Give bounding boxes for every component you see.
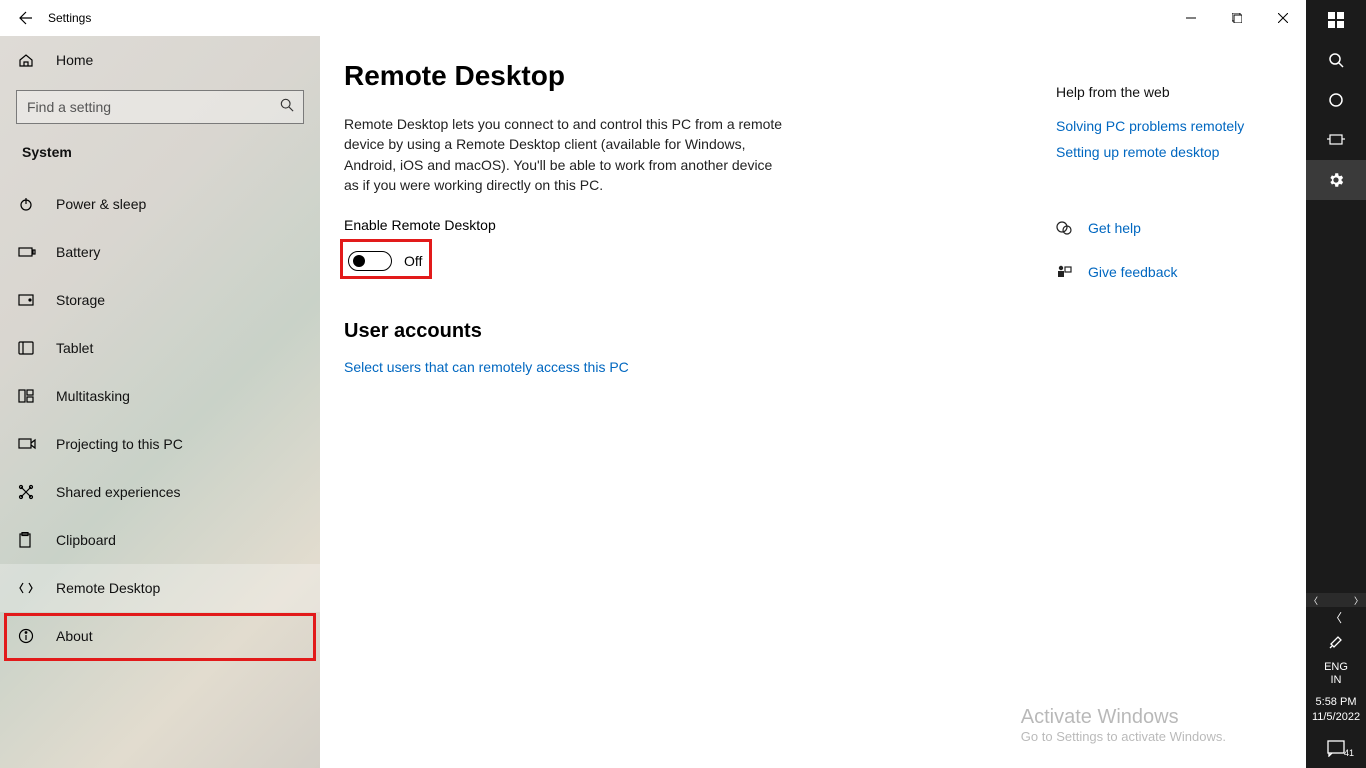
close-button[interactable] [1260, 0, 1306, 36]
maximize-button[interactable] [1214, 0, 1260, 36]
window-title: Settings [48, 11, 91, 25]
page-title: Remote Desktop [344, 60, 994, 92]
window-controls [1168, 0, 1306, 36]
sidebar-item-tablet[interactable]: Tablet [0, 324, 320, 372]
activate-windows-watermark: Activate Windows Go to Settings to activ… [1021, 706, 1226, 744]
tray-date: 11/5/2022 [1306, 710, 1366, 724]
tray-lang-2: IN [1306, 674, 1366, 687]
start-button[interactable] [1306, 0, 1366, 40]
search-input[interactable] [16, 90, 304, 124]
toggle-state: Off [404, 253, 422, 269]
get-help-icon [1056, 220, 1074, 236]
sidebar-item-projecting-to-this-pc[interactable]: Projecting to this PC [0, 420, 320, 468]
sidebar-item-label: Multitasking [56, 388, 130, 404]
notif-count: 41 [1344, 748, 1354, 758]
tray-connect-icon[interactable] [1306, 627, 1366, 657]
minimize-button[interactable] [1168, 0, 1214, 36]
watermark-line1: Activate Windows [1021, 706, 1226, 729]
page-description: Remote Desktop lets you connect to and c… [344, 114, 784, 195]
taskbar-scroll[interactable]: 〈〉 [1306, 593, 1366, 607]
about-icon [18, 628, 38, 644]
taskbar-search-icon[interactable] [1306, 40, 1366, 80]
tray-clock[interactable]: 5:58 PM 11/5/2022 [1306, 691, 1366, 728]
task-view-icon[interactable] [1306, 120, 1366, 160]
tray-notifications-icon[interactable]: 41 [1306, 728, 1366, 768]
sidebar-item-label: About [56, 628, 93, 644]
sidebar-item-label: Projecting to this PC [56, 436, 183, 452]
get-help-link: Get help [1088, 220, 1141, 236]
remote-desktop-icon [18, 580, 38, 596]
cortana-icon[interactable] [1306, 80, 1366, 120]
toggle-label: Enable Remote Desktop [344, 217, 994, 233]
sidebar-item-label: Battery [56, 244, 100, 260]
sidebar-section-label: System [0, 134, 320, 180]
give-feedback-link: Give feedback [1088, 264, 1178, 280]
power-icon [18, 196, 38, 212]
tray-time: 5:58 PM [1306, 695, 1366, 709]
sidebar-home-label: Home [56, 52, 93, 68]
main-area: Remote Desktop Remote Desktop lets you c… [320, 36, 1306, 768]
tray-overflow-icon[interactable]: 〈 [1306, 607, 1366, 627]
help-title: Help from the web [1056, 84, 1286, 100]
sidebar-item-label: Clipboard [56, 532, 116, 548]
battery-icon [18, 246, 38, 258]
sidebar-item-label: Shared experiences [56, 484, 181, 500]
sidebar-item-label: Tablet [56, 340, 93, 356]
sidebar-item-remote-desktop[interactable]: Remote Desktop [0, 564, 320, 612]
tray-language[interactable]: ENG IN [1306, 657, 1366, 691]
sidebar-item-storage[interactable]: Storage [0, 276, 320, 324]
shared-icon [18, 484, 38, 500]
taskbar-app-settings[interactable] [1306, 160, 1366, 200]
titlebar: Settings [0, 0, 1306, 36]
tray-lang-1: ENG [1306, 661, 1366, 674]
feedback-icon [1056, 264, 1074, 280]
clipboard-icon [18, 532, 38, 548]
sidebar-item-clipboard[interactable]: Clipboard [0, 516, 320, 564]
multitasking-icon [18, 389, 38, 403]
tablet-icon [18, 341, 38, 355]
help-column: Help from the web Solving PC problems re… [1056, 60, 1306, 768]
give-feedback-row[interactable]: Give feedback [1056, 264, 1286, 280]
sidebar-item-battery[interactable]: Battery [0, 228, 320, 276]
sidebar-item-power-sleep[interactable]: Power & sleep [0, 180, 320, 228]
get-help-row[interactable]: Get help [1056, 220, 1286, 236]
storage-icon [18, 294, 38, 306]
home-icon [18, 52, 38, 68]
sidebar-item-about[interactable]: About [0, 612, 320, 660]
sidebar-item-label: Remote Desktop [56, 580, 160, 596]
sidebar-item-label: Power & sleep [56, 196, 146, 212]
projecting-icon [18, 437, 38, 451]
help-link-1[interactable]: Setting up remote desktop [1056, 144, 1286, 160]
user-accounts-heading: User accounts [344, 320, 994, 343]
sidebar-item-label: Storage [56, 292, 105, 308]
search-icon [280, 98, 294, 112]
sidebar-item-multitasking[interactable]: Multitasking [0, 372, 320, 420]
watermark-line2: Go to Settings to activate Windows. [1021, 729, 1226, 744]
help-link-0[interactable]: Solving PC problems remotely [1056, 118, 1286, 134]
select-users-link[interactable]: Select users that can remotely access th… [344, 359, 629, 375]
back-button[interactable] [0, 0, 48, 36]
sidebar-search [16, 90, 304, 124]
content-column: Remote Desktop Remote Desktop lets you c… [344, 60, 994, 768]
sidebar: Home System Power & sleep Battery Storage T… [0, 36, 320, 768]
sidebar-home[interactable]: Home [0, 36, 320, 84]
enable-remote-desktop-toggle[interactable] [348, 251, 392, 271]
windows-taskbar: 〈〉 〈 ENG IN 5:58 PM 11/5/2022 41 [1306, 0, 1366, 768]
sidebar-item-shared-experiences[interactable]: Shared experiences [0, 468, 320, 516]
settings-window: Settings Home System Power & sleepBa [0, 0, 1306, 768]
